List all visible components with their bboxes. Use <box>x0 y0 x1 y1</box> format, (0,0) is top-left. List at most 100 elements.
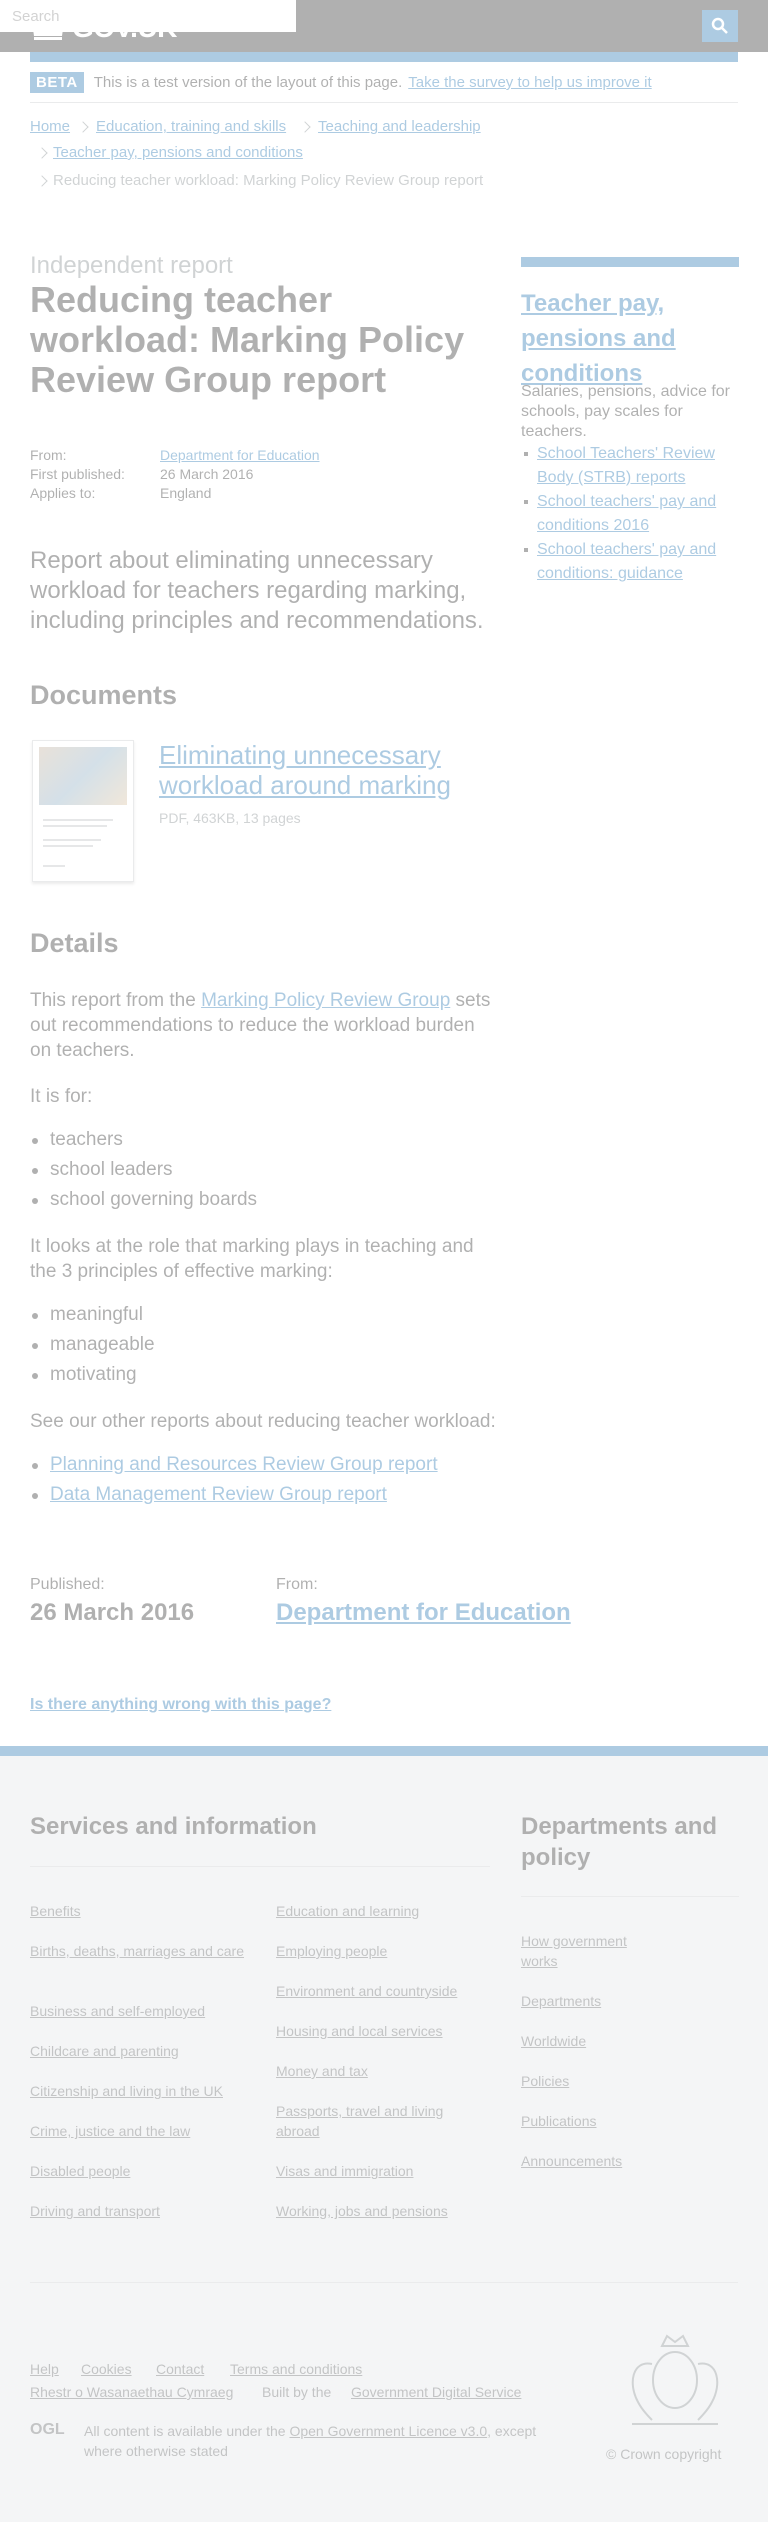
royal-coat-of-arms-icon <box>631 2334 719 2425</box>
published-date: 26 March 2016 <box>30 1599 195 1626</box>
footer-link-welsh[interactable]: Rhestr o Wasanaethau Cymraeg <box>30 2384 233 2400</box>
breadcrumb-teacher-pay[interactable]: Teacher pay, pensions and conditions <box>53 144 303 161</box>
footer-link-childcare[interactable]: Childcare and parenting <box>30 2041 250 2061</box>
beta-banner: BETA This is a test version of the layou… <box>30 72 652 93</box>
list-item: manageable <box>50 1334 155 1355</box>
from-link[interactable]: Department for Education <box>160 447 320 463</box>
footer-link-publications[interactable]: Publications <box>521 2111 597 2131</box>
details-intro: This report from the Marking Policy Revi… <box>30 988 500 1063</box>
search-button[interactable] <box>702 10 738 42</box>
chevron-right-icon <box>36 175 48 187</box>
sidebar-link-guidance[interactable]: School teachers' pay and conditions: gui… <box>537 538 733 586</box>
footer-link-working[interactable]: Working, jobs and pensions <box>276 2201 496 2221</box>
footer-link-education[interactable]: Education and learning <box>276 1901 496 1921</box>
footer-link-policies[interactable]: Policies <box>521 2071 569 2091</box>
it-is-for-text: It is for: <box>30 1086 93 1107</box>
footer-link-contact[interactable]: Contact <box>156 2361 204 2377</box>
divider <box>30 1866 490 1867</box>
other-reports-text: See our other reports about reducing tea… <box>30 1411 496 1432</box>
chevron-right-icon <box>77 121 89 133</box>
divider <box>30 2282 738 2283</box>
marking-policy-review-group-link[interactable]: Marking Policy Review Group <box>201 990 450 1011</box>
role-text: It looks at the role that marking plays … <box>30 1236 474 1282</box>
footer-link-help[interactable]: Help <box>30 2361 59 2377</box>
sidebar-link-strb[interactable]: School Teachers' Review Body (STRB) repo… <box>537 442 733 490</box>
ogl-link[interactable]: Open Government Licence v3.0 <box>289 2423 487 2439</box>
planning-report-link[interactable]: Planning and Resources Review Group repo… <box>50 1454 438 1476</box>
survey-link[interactable]: Take the survey to help us improve it <box>408 74 651 91</box>
bullet <box>32 1313 38 1319</box>
footer-link-disabled[interactable]: Disabled people <box>30 2161 250 2181</box>
thumbnail-line <box>43 839 101 841</box>
sidebar-accent-bar <box>521 257 739 267</box>
document-meta: PDF, 463KB, 13 pages <box>159 810 301 826</box>
footer-link-cookies[interactable]: Cookies <box>81 2361 132 2377</box>
footer-link-business[interactable]: Business and self-employed <box>30 2001 250 2021</box>
services-heading: Services and information <box>30 1813 317 1840</box>
footer-link-visas[interactable]: Visas and immigration <box>276 2161 496 2181</box>
intro-text-before: This report from the <box>30 990 202 1011</box>
applies-to-value: England <box>160 485 212 501</box>
chevron-right-icon <box>36 147 48 159</box>
breadcrumb-current: Reducing teacher workload: Marking Polic… <box>53 172 484 189</box>
departments-heading: Departments and policy <box>521 1813 718 1871</box>
footer-link-benefits[interactable]: Benefits <box>30 1901 250 1921</box>
crown-copyright: © Crown copyright <box>606 2446 722 2462</box>
search-input[interactable] <box>0 0 296 32</box>
document-link[interactable]: Eliminating unnecessary workload around … <box>159 740 499 800</box>
bullet <box>524 548 528 552</box>
thumbnail-line <box>43 819 113 821</box>
licence-before: All content is available under the <box>84 2423 290 2439</box>
documents-heading: Documents <box>30 680 178 710</box>
breadcrumb-home[interactable]: Home <box>30 118 70 135</box>
footer-blue-bar <box>0 1746 768 1756</box>
data-management-report-link[interactable]: Data Management Review Group report <box>50 1484 387 1506</box>
published-label: Published: <box>30 1576 105 1593</box>
footer-link-departments[interactable]: Departments <box>521 1991 601 2011</box>
footer-link-passports[interactable]: Passports, travel and living abroad <box>276 2101 466 2141</box>
footer-link-money[interactable]: Money and tax <box>276 2061 496 2081</box>
footer-link-housing[interactable]: Housing and local services <box>276 2021 496 2041</box>
list-item: school governing boards <box>50 1189 258 1210</box>
thumbnail-line <box>43 845 93 847</box>
sidebar-description: Salaries, pensions, advice for schools, … <box>521 383 730 440</box>
built-by-text: Built by the <box>262 2384 332 2400</box>
published-from-link[interactable]: Department for Education <box>276 1599 571 1627</box>
first-published-label: First published: <box>30 466 125 482</box>
footer-link-births[interactable]: Births, deaths, marriages and care <box>30 1941 250 1961</box>
document-type: Independent report <box>30 252 233 279</box>
bullet <box>32 1168 38 1174</box>
footer-link-worldwide[interactable]: Worldwide <box>521 2031 586 2051</box>
footer-link-terms[interactable]: Terms and conditions <box>230 2361 362 2377</box>
footer-link-crime[interactable]: Crime, justice and the law <box>30 2121 250 2141</box>
footer-link-announcements[interactable]: Announcements <box>521 2151 622 2171</box>
footer-link-how-government-works[interactable]: How government works <box>521 1931 661 1971</box>
chevron-right-icon <box>299 121 311 133</box>
sidebar-title-link[interactable]: Teacher pay, pensions and conditions <box>521 286 721 391</box>
footer-link-employing[interactable]: Employing people <box>276 1941 496 1961</box>
applies-to-label: Applies to: <box>30 485 96 501</box>
beta-tag: BETA <box>30 72 84 93</box>
footer-link-citizenship[interactable]: Citizenship and living in the UK <box>30 2081 250 2101</box>
gds-link[interactable]: Government Digital Service <box>351 2384 521 2400</box>
site-header: GOV.UK <box>0 0 768 52</box>
report-problem-link[interactable]: Is there anything wrong with this page? <box>30 1696 331 1714</box>
document-thumbnail[interactable] <box>32 740 134 882</box>
breadcrumb-teaching[interactable]: Teaching and leadership <box>318 118 481 135</box>
bullet <box>32 1463 38 1469</box>
footer-link-environment[interactable]: Environment and countryside <box>276 1981 496 2001</box>
bullet <box>524 452 528 456</box>
ogl-logo: OGL <box>30 2421 65 2438</box>
footer-link-driving[interactable]: Driving and transport <box>30 2201 250 2221</box>
published-from-label: From: <box>276 1576 318 1593</box>
page-title: Reducing teacher workload: Marking Polic… <box>30 279 465 400</box>
breadcrumb-education[interactable]: Education, training and skills <box>96 118 286 135</box>
list-item: school leaders <box>50 1159 173 1180</box>
sidebar-link-pay-2016[interactable]: School teachers' pay and conditions 2016 <box>537 490 733 538</box>
bullet <box>32 1198 38 1204</box>
lead-paragraph: Report about eliminating unnecessary wor… <box>30 547 484 634</box>
divider <box>521 1896 739 1897</box>
bullet <box>32 1373 38 1379</box>
page: GOV.UK BETA This is a test version of th… <box>0 0 768 2522</box>
bullet <box>524 500 528 504</box>
